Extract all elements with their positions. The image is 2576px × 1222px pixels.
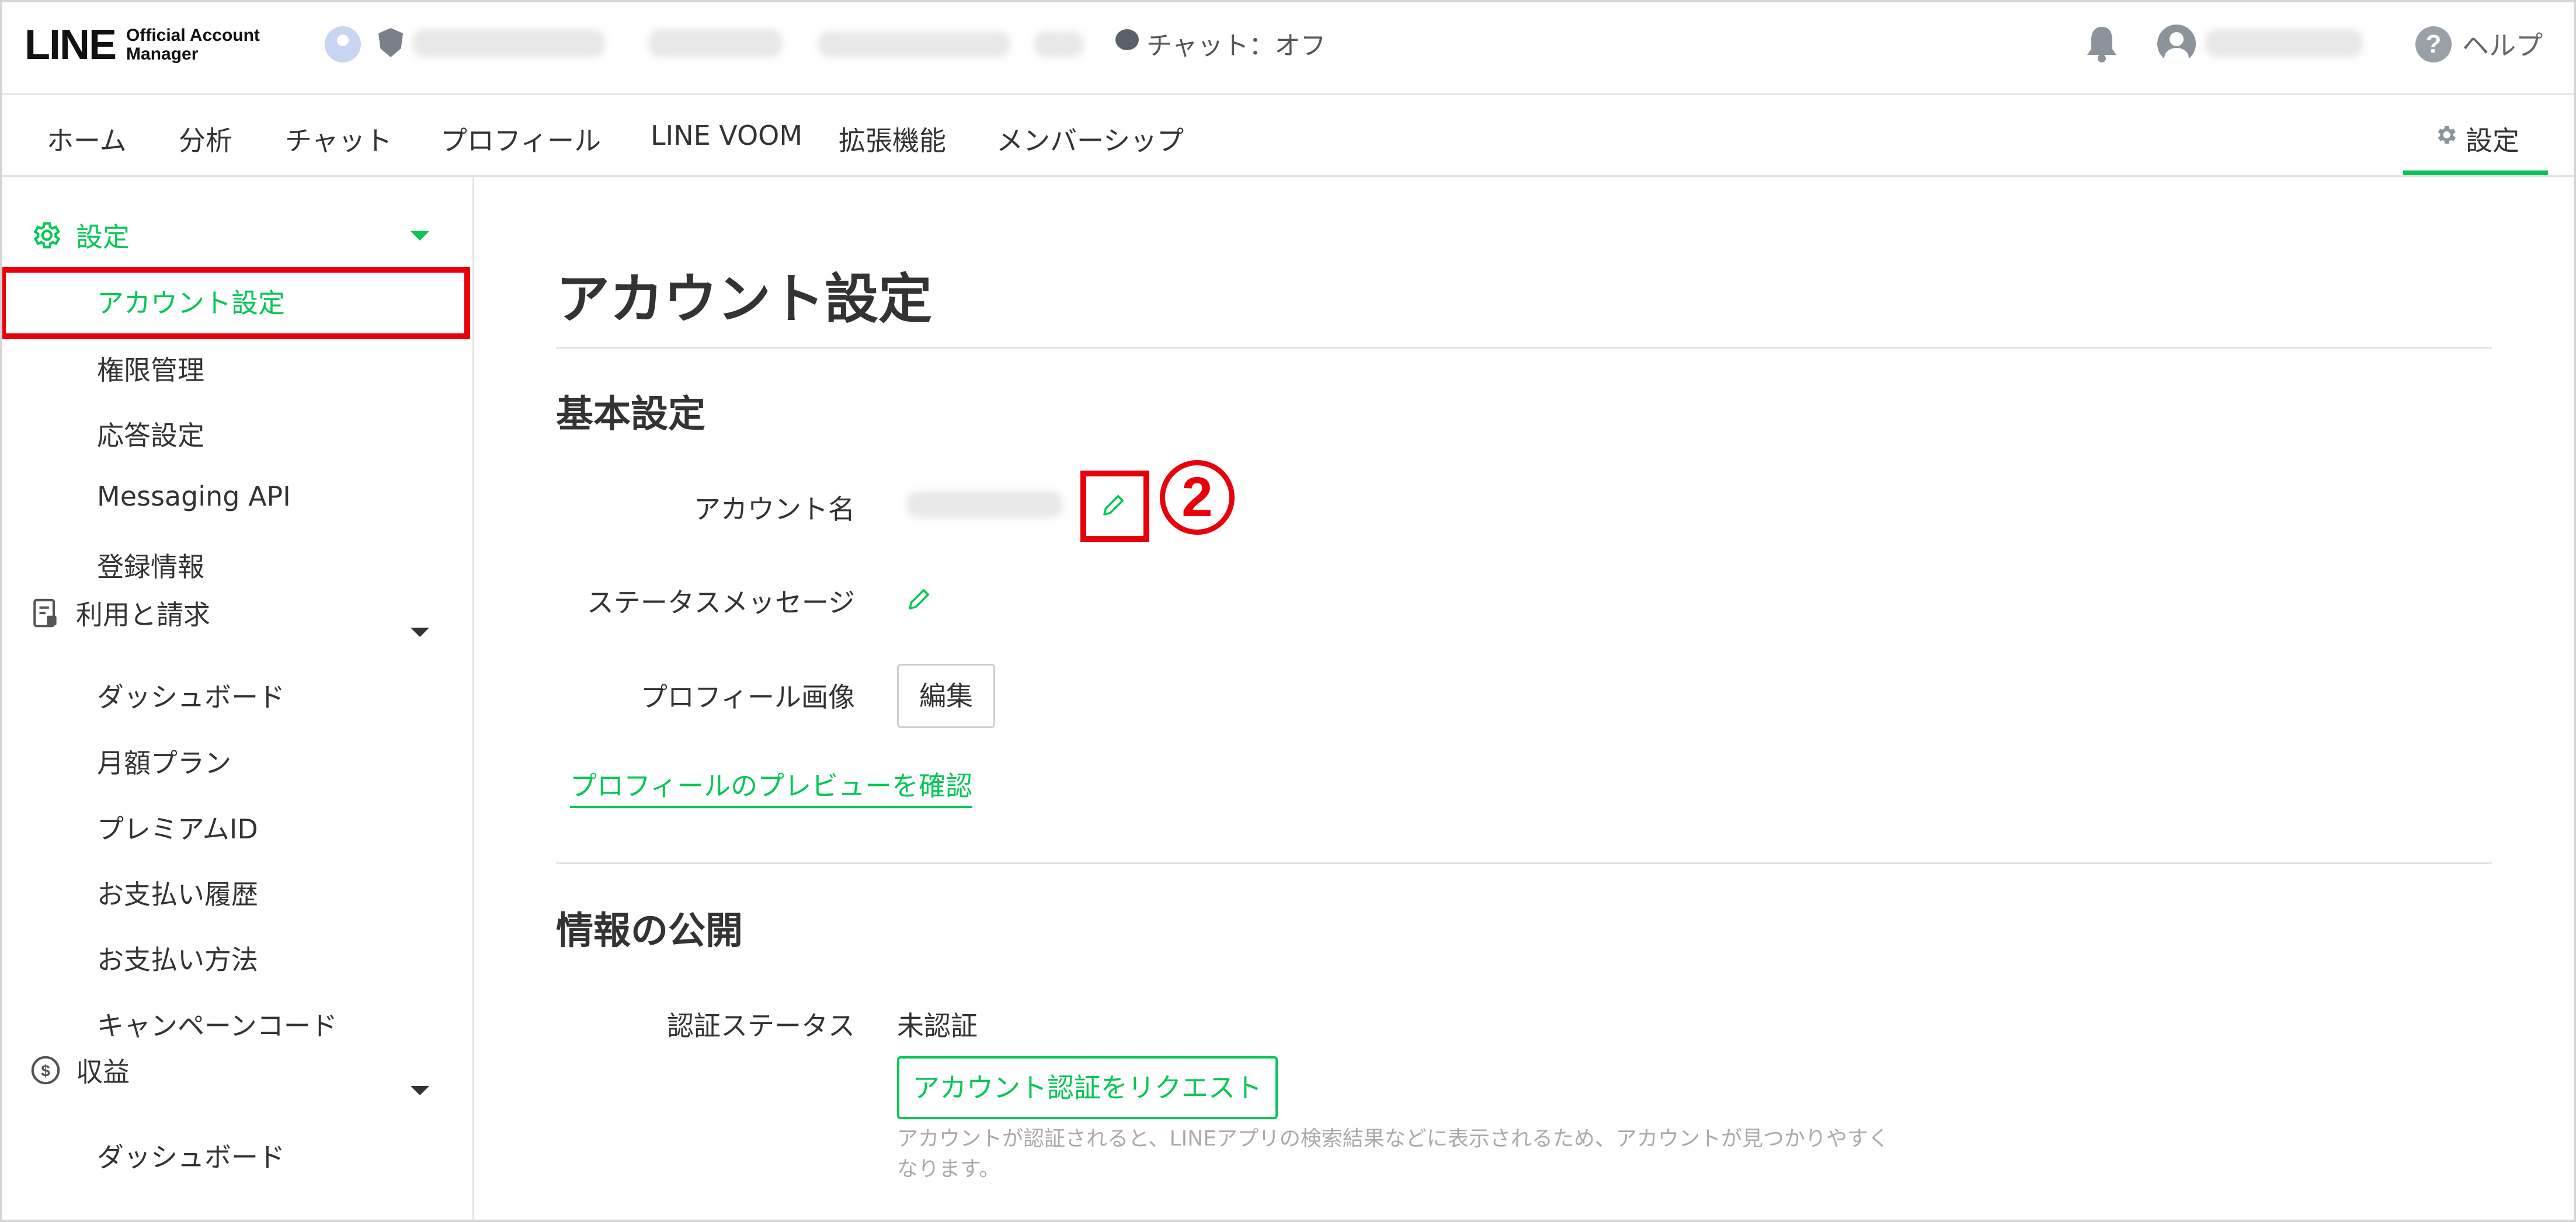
chevron-down-icon[interactable] xyxy=(411,231,429,241)
account-info-redacted xyxy=(818,32,1010,57)
page-title: アカウント設定 xyxy=(556,268,933,330)
top-bar: LINE Official Account Manager チャット：オフ ? … xyxy=(0,0,2576,95)
cert-status-label: 認証ステータス xyxy=(667,1010,855,1042)
nav-home[interactable]: ホーム xyxy=(47,120,127,158)
section-title-info-disclosure: 情報の公開 xyxy=(556,910,743,953)
logo-subtitle-line1: Official Account xyxy=(126,26,260,45)
profile-image-label: プロフィール画像 xyxy=(640,681,855,713)
sidebar-section-revenue[interactable]: $ 収益 xyxy=(29,1053,130,1088)
divider xyxy=(556,347,2492,349)
bell-icon[interactable] xyxy=(2085,25,2119,63)
main-content: アカウント設定 基本設定 アカウント名 2 ステータスメッセージ プロフィール画… xyxy=(474,177,2576,1222)
account-avatar[interactable] xyxy=(325,26,361,62)
dollar-circle-icon: $ xyxy=(31,1056,60,1085)
account-id-redacted xyxy=(648,29,783,57)
main-nav: ホーム 分析 チャット プロフィール LINE VOOM 拡張機能 メンバーシッ… xyxy=(0,95,2576,177)
account-name-label: アカウント名 xyxy=(694,493,855,525)
section-title-basic: 基本設定 xyxy=(556,393,705,436)
highlight-box-edit-account-name xyxy=(1080,471,1149,542)
highlight-box-account-settings xyxy=(0,267,470,339)
nav-membership[interactable]: メンバーシップ xyxy=(996,120,1184,158)
step-marker: 2 xyxy=(1160,460,1235,535)
cert-status-value: 未認証 xyxy=(897,1010,978,1042)
sidebar-item-permissions[interactable]: 権限管理 xyxy=(97,349,204,388)
sidebar-item-billing-dashboard[interactable]: ダッシュボード xyxy=(97,676,285,715)
verification-note: アカウントが認証されると、LINEアプリの検索結果などに表示されるため、アカウン… xyxy=(897,1124,1890,1185)
logo-subtitle: Official Account Manager xyxy=(126,26,260,64)
request-verification-button[interactable]: アカウント認証をリクエスト xyxy=(897,1056,1278,1119)
sidebar-item-payment-history[interactable]: お支払い履歴 xyxy=(97,873,258,912)
sidebar-item-monthly-plan[interactable]: 月額プラン xyxy=(97,742,231,781)
shield-icon xyxy=(378,28,403,57)
nav-chat[interactable]: チャット xyxy=(285,120,392,158)
nav-extensions[interactable]: 拡張機能 xyxy=(839,120,946,158)
line-oa-manager-logo[interactable]: LINE Official Account Manager xyxy=(25,21,260,69)
invoice-icon xyxy=(33,598,57,628)
nav-settings[interactable]: 設定 xyxy=(2403,95,2548,175)
sidebar-section-billing[interactable]: 利用と請求 xyxy=(29,596,210,631)
verification-note-line1: アカウントが認証されると、LINEアプリの検索結果などに表示されるため、アカウン… xyxy=(897,1127,1889,1151)
sidebar-item-registration-info[interactable]: 登録情報 xyxy=(97,546,204,584)
sidebar-section-label: 設定 xyxy=(76,221,130,253)
account-badge-redacted xyxy=(1034,32,1084,57)
sidebar-item-campaign-code[interactable]: キャンペーンコード xyxy=(97,1005,338,1043)
divider xyxy=(556,862,2492,864)
account-name-redacted[interactable] xyxy=(412,29,605,57)
sidebar-item-payment-method[interactable]: お支払い方法 xyxy=(97,939,258,977)
verification-note-line2: なります。 xyxy=(897,1157,1000,1181)
sidebar-section-label: 収益 xyxy=(76,1056,130,1088)
chevron-down-icon[interactable] xyxy=(411,628,429,637)
sidebar-section-label: 利用と請求 xyxy=(76,599,210,631)
nav-line-voom[interactable]: LINE VOOM xyxy=(651,120,802,151)
gear-icon xyxy=(33,222,61,249)
user-name-redacted[interactable] xyxy=(2205,29,2363,57)
help-icon[interactable]: ? xyxy=(2415,26,2452,62)
svg-text:$: $ xyxy=(41,1062,50,1080)
sidebar-section-settings[interactable]: 設定 xyxy=(29,218,130,253)
nav-settings-label: 設定 xyxy=(2466,125,2519,156)
sidebar-item-revenue-dashboard[interactable]: ダッシュボード xyxy=(97,1136,285,1175)
profile-preview-link[interactable]: プロフィールのプレビューを確認 xyxy=(570,765,973,808)
chat-status[interactable]: チャット：オフ xyxy=(1146,25,1326,62)
nav-analytics[interactable]: 分析 xyxy=(179,120,232,158)
profile-image-edit-button[interactable]: 編集 xyxy=(897,664,995,728)
pencil-icon[interactable] xyxy=(905,585,933,613)
logo-subtitle-line2: Manager xyxy=(126,44,199,64)
chat-bubble-icon xyxy=(1115,29,1139,50)
account-name-value-redacted xyxy=(906,491,1063,518)
logo-wordmark: LINE xyxy=(25,22,117,68)
chevron-down-icon[interactable] xyxy=(411,1086,429,1095)
help-link[interactable]: ヘルプ xyxy=(2462,25,2543,63)
nav-profile[interactable]: プロフィール xyxy=(440,120,601,158)
sidebar-item-premium-id[interactable]: プレミアムID xyxy=(97,808,258,847)
status-message-label: ステータスメッセージ xyxy=(586,587,855,618)
user-avatar-icon[interactable] xyxy=(2157,25,2196,63)
sidebar-item-messaging-api[interactable]: Messaging API xyxy=(97,481,291,512)
sidebar-item-response-settings[interactable]: 応答設定 xyxy=(97,415,204,453)
gear-icon xyxy=(2438,126,2456,144)
